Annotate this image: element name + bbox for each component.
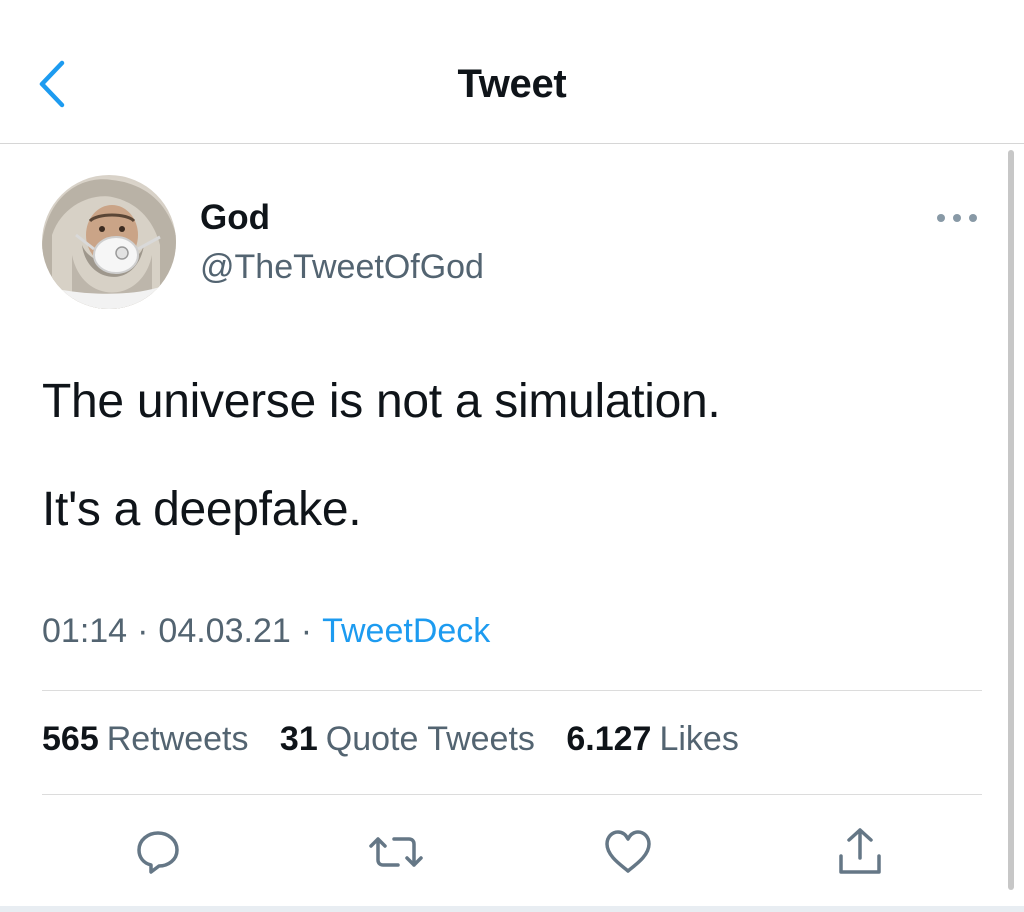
quote-tweets-stat[interactable]: 31 Quote Tweets xyxy=(280,720,535,759)
share-button[interactable] xyxy=(830,822,890,882)
tweet-text-line: It's a deepfake. xyxy=(42,483,362,536)
top-bar: Tweet xyxy=(0,0,1024,144)
tweet-text-line: The universe is not a simulation. xyxy=(42,375,721,428)
retweet-button[interactable] xyxy=(366,822,426,882)
bottom-divider xyxy=(0,906,1024,912)
likes-count: 6.127 xyxy=(566,720,652,758)
retweets-stat[interactable]: 565 Retweets xyxy=(42,720,248,759)
retweets-label: Retweets xyxy=(106,720,249,758)
divider xyxy=(42,794,982,795)
meta-separator: · xyxy=(300,612,313,650)
retweet-icon xyxy=(369,837,423,867)
quote-tweets-label: Quote Tweets xyxy=(325,720,535,758)
share-icon xyxy=(839,828,881,874)
tweet-meta: 01:14 · 04.03.21 · TweetDeck xyxy=(42,612,490,651)
tweet-detail-screen: Tweet God @TheTweetOfGod The universe is… xyxy=(0,0,1024,912)
like-icon xyxy=(605,830,651,873)
tweet-date: 04.03.21 xyxy=(158,612,291,650)
reply-button[interactable] xyxy=(128,822,188,882)
author-handle[interactable]: @TheTweetOfGod xyxy=(200,248,484,287)
tweet-time: 01:14 xyxy=(42,612,128,650)
scrollbar[interactable] xyxy=(1008,150,1014,890)
more-icon xyxy=(937,214,977,222)
author-name[interactable]: God xyxy=(200,198,270,238)
reply-icon xyxy=(137,831,179,874)
likes-label: Likes xyxy=(659,720,739,758)
tweet-stats: 565 Retweets 31 Quote Tweets 6.127 Likes xyxy=(42,720,761,759)
tweet-source-link[interactable]: TweetDeck xyxy=(322,612,490,650)
divider xyxy=(42,690,982,691)
quote-tweets-count: 31 xyxy=(279,720,318,758)
page-title: Tweet xyxy=(457,62,567,106)
meta-separator: · xyxy=(137,612,149,650)
likes-stat[interactable]: 6.127 Likes xyxy=(566,720,738,759)
avatar[interactable] xyxy=(42,175,176,309)
more-options-button[interactable] xyxy=(932,204,982,232)
avatar-image xyxy=(42,175,176,309)
like-button[interactable] xyxy=(598,822,658,882)
retweets-count: 565 xyxy=(42,720,99,758)
